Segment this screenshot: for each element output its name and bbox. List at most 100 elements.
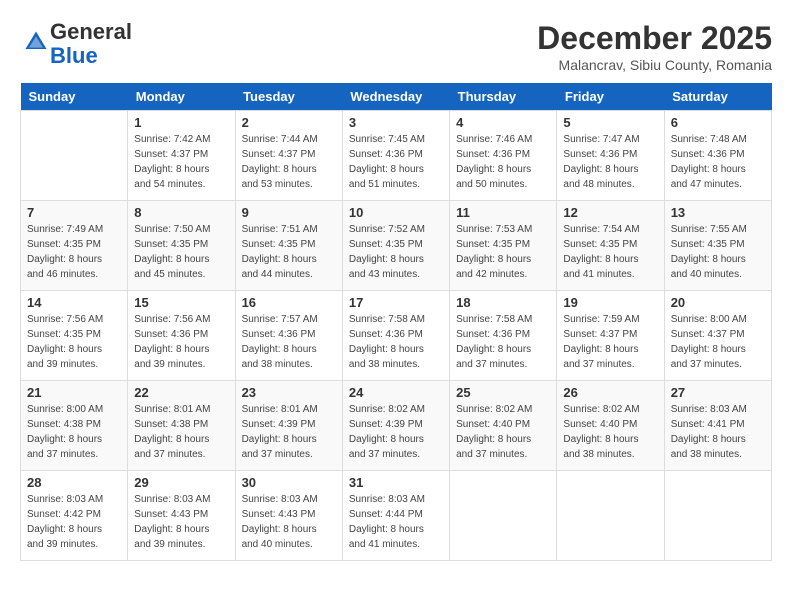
day-number: 2 — [242, 115, 336, 130]
cell-info: Sunrise: 8:03 AM Sunset: 4:42 PM Dayligh… — [27, 492, 121, 552]
day-number: 3 — [349, 115, 443, 130]
cell-info: Sunrise: 8:02 AM Sunset: 4:40 PM Dayligh… — [456, 402, 550, 462]
day-number: 1 — [134, 115, 228, 130]
cell-info: Sunrise: 7:56 AM Sunset: 4:36 PM Dayligh… — [134, 312, 228, 372]
calendar-cell — [664, 471, 771, 561]
calendar-cell: 12 Sunrise: 7:54 AM Sunset: 4:35 PM Dayli… — [557, 201, 664, 291]
cell-info: Sunrise: 7:46 AM Sunset: 4:36 PM Dayligh… — [456, 132, 550, 192]
calendar-cell: 3 Sunrise: 7:45 AM Sunset: 4:36 PM Daylig… — [342, 111, 449, 201]
day-number: 5 — [563, 115, 657, 130]
day-number: 16 — [242, 295, 336, 310]
day-number: 17 — [349, 295, 443, 310]
cell-info: Sunrise: 7:52 AM Sunset: 4:35 PM Dayligh… — [349, 222, 443, 282]
calendar-cell: 19Sunrise: 7:59 AM Sunset: 4:37 PM Dayli… — [557, 291, 664, 381]
week-row-2: 7 Sunrise: 7:49 AM Sunset: 4:35 PM Daylig… — [21, 201, 772, 291]
logo-general-text: General — [50, 19, 132, 44]
cell-info: Sunrise: 7:42 AM Sunset: 4:37 PM Dayligh… — [134, 132, 228, 192]
cell-info: Sunrise: 8:03 AM Sunset: 4:41 PM Dayligh… — [671, 402, 765, 462]
cell-info: Sunrise: 8:03 AM Sunset: 4:43 PM Dayligh… — [134, 492, 228, 552]
day-number: 11 — [456, 205, 550, 220]
cell-info: Sunrise: 8:01 AM Sunset: 4:39 PM Dayligh… — [242, 402, 336, 462]
calendar-cell: 16 Sunrise: 7:57 AM Sunset: 4:36 PM Dayli… — [235, 291, 342, 381]
day-number: 10 — [349, 205, 443, 220]
day-number: 12 — [563, 205, 657, 220]
day-number: 14 — [27, 295, 121, 310]
header-saturday: Saturday — [664, 83, 771, 111]
header-wednesday: Wednesday — [342, 83, 449, 111]
calendar-cell: 29 Sunrise: 8:03 AM Sunset: 4:43 PM Dayli… — [128, 471, 235, 561]
cell-info: Sunrise: 7:54 AM Sunset: 4:35 PM Dayligh… — [563, 222, 657, 282]
day-number: 25 — [456, 385, 550, 400]
calendar-cell: 13 Sunrise: 7:55 AM Sunset: 4:35 PM Dayli… — [664, 201, 771, 291]
day-number: 30 — [242, 475, 336, 490]
day-number: 13 — [671, 205, 765, 220]
calendar-cell: 20Sunrise: 8:00 AM Sunset: 4:37 PM Dayli… — [664, 291, 771, 381]
calendar-cell: 23 Sunrise: 8:01 AM Sunset: 4:39 PM Dayli… — [235, 381, 342, 471]
month-title: December 2025 — [537, 20, 772, 57]
calendar-cell: 10 Sunrise: 7:52 AM Sunset: 4:35 PM Dayli… — [342, 201, 449, 291]
week-row-4: 21 Sunrise: 8:00 AM Sunset: 4:38 PM Dayli… — [21, 381, 772, 471]
day-number: 29 — [134, 475, 228, 490]
cell-info: Sunrise: 7:59 AM Sunset: 4:37 PM Dayligh… — [563, 312, 657, 372]
cell-info: Sunrise: 7:49 AM Sunset: 4:35 PM Dayligh… — [27, 222, 121, 282]
logo-icon — [22, 28, 50, 56]
cell-info: Sunrise: 8:03 AM Sunset: 4:44 PM Dayligh… — [349, 492, 443, 552]
calendar-cell: 15Sunrise: 7:56 AM Sunset: 4:36 PM Dayli… — [128, 291, 235, 381]
week-row-1: 1 Sunrise: 7:42 AM Sunset: 4:37 PM Daylig… — [21, 111, 772, 201]
title-block: December 2025 Malancrav, Sibiu County, R… — [537, 20, 772, 73]
day-number: 28 — [27, 475, 121, 490]
calendar-cell: 17 Sunrise: 7:58 AM Sunset: 4:36 PM Dayli… — [342, 291, 449, 381]
day-number: 31 — [349, 475, 443, 490]
day-number: 26 — [563, 385, 657, 400]
header-monday: Monday — [128, 83, 235, 111]
calendar-cell: 25 Sunrise: 8:02 AM Sunset: 4:40 PM Dayli… — [450, 381, 557, 471]
cell-info: Sunrise: 7:56 AM Sunset: 4:35 PM Dayligh… — [27, 312, 121, 372]
cell-info: Sunrise: 7:57 AM Sunset: 4:36 PM Dayligh… — [242, 312, 336, 372]
day-number: 9 — [242, 205, 336, 220]
calendar-cell: 18 Sunrise: 7:58 AM Sunset: 4:36 PM Dayli… — [450, 291, 557, 381]
calendar-cell: 1 Sunrise: 7:42 AM Sunset: 4:37 PM Daylig… — [128, 111, 235, 201]
header-tuesday: Tuesday — [235, 83, 342, 111]
day-number: 6 — [671, 115, 765, 130]
day-number: 21 — [27, 385, 121, 400]
cell-info: Sunrise: 7:55 AM Sunset: 4:35 PM Dayligh… — [671, 222, 765, 282]
calendar-cell — [557, 471, 664, 561]
calendar-cell: 5 Sunrise: 7:47 AM Sunset: 4:36 PM Daylig… — [557, 111, 664, 201]
header-friday: Friday — [557, 83, 664, 111]
calendar-cell: 26 Sunrise: 8:02 AM Sunset: 4:40 PM Dayli… — [557, 381, 664, 471]
page-header: General Blue December 2025 Malancrav, Si… — [20, 20, 772, 73]
calendar-cell: 22Sunrise: 8:01 AM Sunset: 4:38 PM Dayli… — [128, 381, 235, 471]
calendar-cell: 27 Sunrise: 8:03 AM Sunset: 4:41 PM Dayli… — [664, 381, 771, 471]
calendar-cell: 30 Sunrise: 8:03 AM Sunset: 4:43 PM Dayli… — [235, 471, 342, 561]
cell-info: Sunrise: 7:58 AM Sunset: 4:36 PM Dayligh… — [349, 312, 443, 372]
cell-info: Sunrise: 7:47 AM Sunset: 4:36 PM Dayligh… — [563, 132, 657, 192]
cell-info: Sunrise: 8:00 AM Sunset: 4:38 PM Dayligh… — [27, 402, 121, 462]
cell-info: Sunrise: 7:44 AM Sunset: 4:37 PM Dayligh… — [242, 132, 336, 192]
cell-info: Sunrise: 8:03 AM Sunset: 4:43 PM Dayligh… — [242, 492, 336, 552]
week-row-5: 28 Sunrise: 8:03 AM Sunset: 4:42 PM Dayli… — [21, 471, 772, 561]
cell-info: Sunrise: 7:45 AM Sunset: 4:36 PM Dayligh… — [349, 132, 443, 192]
cell-info: Sunrise: 7:58 AM Sunset: 4:36 PM Dayligh… — [456, 312, 550, 372]
day-number: 23 — [242, 385, 336, 400]
day-number: 24 — [349, 385, 443, 400]
calendar-cell: 21 Sunrise: 8:00 AM Sunset: 4:38 PM Dayli… — [21, 381, 128, 471]
day-number: 22 — [134, 385, 228, 400]
day-number: 27 — [671, 385, 765, 400]
calendar-body: 1 Sunrise: 7:42 AM Sunset: 4:37 PM Daylig… — [21, 111, 772, 561]
header-thursday: Thursday — [450, 83, 557, 111]
calendar-cell: 31 Sunrise: 8:03 AM Sunset: 4:44 PM Dayli… — [342, 471, 449, 561]
logo: General Blue — [20, 20, 132, 68]
calendar-cell: 2 Sunrise: 7:44 AM Sunset: 4:37 PM Daylig… — [235, 111, 342, 201]
calendar-cell: 14 Sunrise: 7:56 AM Sunset: 4:35 PM Dayli… — [21, 291, 128, 381]
cell-info: Sunrise: 8:02 AM Sunset: 4:40 PM Dayligh… — [563, 402, 657, 462]
calendar-cell: 9 Sunrise: 7:51 AM Sunset: 4:35 PM Daylig… — [235, 201, 342, 291]
cell-info: Sunrise: 7:51 AM Sunset: 4:35 PM Dayligh… — [242, 222, 336, 282]
calendar-cell: 24Sunrise: 8:02 AM Sunset: 4:39 PM Dayli… — [342, 381, 449, 471]
day-number: 18 — [456, 295, 550, 310]
calendar-header: SundayMondayTuesdayWednesdayThursdayFrid… — [21, 83, 772, 111]
calendar-cell: 28 Sunrise: 8:03 AM Sunset: 4:42 PM Dayli… — [21, 471, 128, 561]
day-number: 7 — [27, 205, 121, 220]
calendar-cell: 7 Sunrise: 7:49 AM Sunset: 4:35 PM Daylig… — [21, 201, 128, 291]
calendar-cell — [450, 471, 557, 561]
calendar-cell: 6Sunrise: 7:48 AM Sunset: 4:36 PM Daylig… — [664, 111, 771, 201]
